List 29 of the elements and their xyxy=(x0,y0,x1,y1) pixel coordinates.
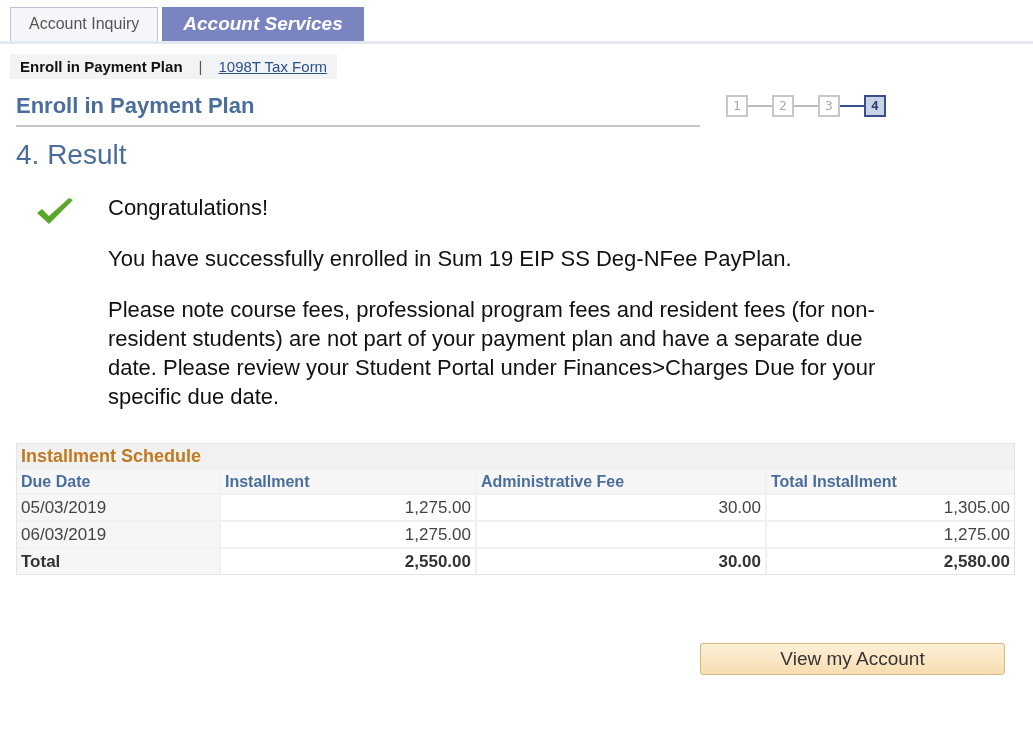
message-text: Congratulations! xyxy=(108,194,270,222)
tab[interactable]: Account Services xyxy=(162,7,364,41)
view-account-button[interactable]: View my Account xyxy=(700,643,1005,675)
table-cell: 1,305.00 xyxy=(767,495,1014,520)
column-header: Due Date xyxy=(17,470,219,493)
table-cell: 1,275.00 xyxy=(767,522,1014,547)
table-cell: 30.00 xyxy=(477,495,765,520)
step-indicator[interactable]: 4 xyxy=(864,95,886,117)
table-cell: 05/03/2019 xyxy=(17,495,219,520)
subnav-link[interactable]: 1098T Tax Form xyxy=(218,58,328,75)
table-cell: 06/03/2019 xyxy=(17,522,219,547)
column-header: Installment xyxy=(221,470,475,493)
message-text: Please note course fees, professional program fees and resident fees (for non-resident students) are not part of your payment plan and have a separate due date. Please review your Student Portal under Finances>Charges Due for your specific due date. xyxy=(108,296,877,411)
table-cell: 1,275.00 xyxy=(221,495,475,520)
separator: | xyxy=(198,58,203,75)
column-header: Total Installment xyxy=(767,470,1014,493)
tab[interactable]: Account Inquiry xyxy=(10,7,159,41)
table-title: Installment Schedule xyxy=(20,445,203,468)
subnav-link[interactable]: Enroll in Payment Plan xyxy=(20,58,183,75)
message-text: You have successfully enrolled in Sum 19 EIP SS Deg-NFee PayPlan. xyxy=(108,245,793,273)
table-cell: 2,550.00 xyxy=(221,549,475,574)
table-cell: 30.00 xyxy=(477,549,765,574)
table-cell: 1,275.00 xyxy=(221,522,475,547)
section-title: 4. Result xyxy=(16,139,128,171)
column-header: Administrative Fee xyxy=(477,470,765,493)
table-cell: 2,580.00 xyxy=(767,549,1014,574)
table-cell: Total xyxy=(17,549,219,574)
page-title: Enroll in Payment Plan xyxy=(16,93,700,127)
checkmark-icon xyxy=(35,197,75,227)
